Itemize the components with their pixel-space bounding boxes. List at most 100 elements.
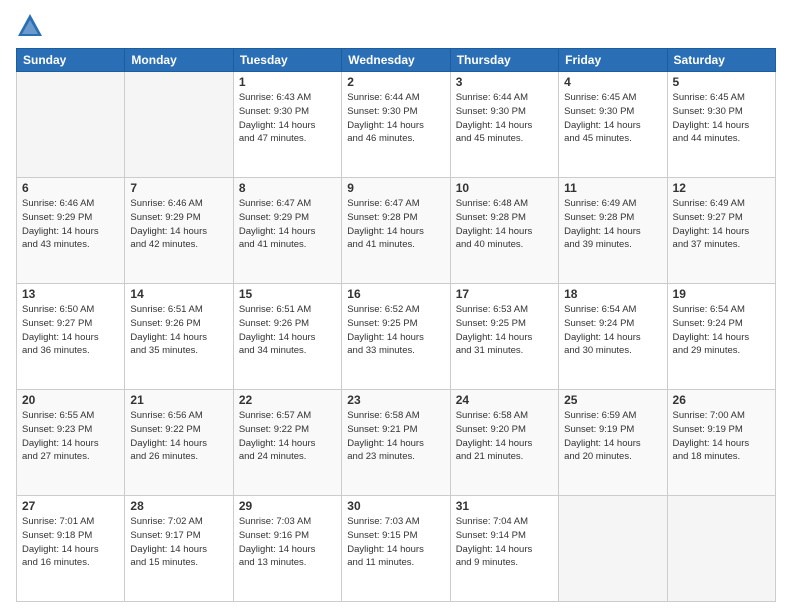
day-number: 14 [130,287,227,301]
day-number: 8 [239,181,336,195]
page: SundayMondayTuesdayWednesdayThursdayFrid… [0,0,792,612]
day-info: Sunrise: 7:00 AM Sunset: 9:19 PM Dayligh… [673,409,770,464]
day-number: 7 [130,181,227,195]
calendar-table: SundayMondayTuesdayWednesdayThursdayFrid… [16,48,776,602]
day-number: 31 [456,499,553,513]
calendar-cell: 6 Sunrise: 6:46 AM Sunset: 9:29 PM Daylig… [17,178,125,284]
day-number: 4 [564,75,661,89]
day-number: 24 [456,393,553,407]
weekday-header-saturday: Saturday [667,49,775,72]
calendar-cell: 1Sunrise: 6:43 AM Sunset: 9:30 PM Daylig… [233,72,341,178]
day-info: Sunrise: 6:43 AM Sunset: 9:30 PM Dayligh… [239,91,336,146]
calendar-cell: 7 Sunrise: 6:46 AM Sunset: 9:29 PM Daylig… [125,178,233,284]
day-info: Sunrise: 6:51 AM Sunset: 9:26 PM Dayligh… [130,303,227,358]
day-info: Sunrise: 7:03 AM Sunset: 9:15 PM Dayligh… [347,515,444,570]
day-info: Sunrise: 6:53 AM Sunset: 9:25 PM Dayligh… [456,303,553,358]
calendar-cell: 20Sunrise: 6:55 AM Sunset: 9:23 PM Dayli… [17,390,125,496]
calendar-cell: 11 Sunrise: 6:49 AM Sunset: 9:28 PM Dayli… [559,178,667,284]
day-number: 25 [564,393,661,407]
day-number: 5 [673,75,770,89]
calendar-cell: 8Sunrise: 6:47 AM Sunset: 9:29 PM Daylig… [233,178,341,284]
calendar-cell: 12 Sunrise: 6:49 AM Sunset: 9:27 PM Dayli… [667,178,775,284]
calendar-cell: 24Sunrise: 6:58 AM Sunset: 9:20 PM Dayli… [450,390,558,496]
day-number: 6 [22,181,119,195]
day-number: 28 [130,499,227,513]
day-number: 19 [673,287,770,301]
calendar-cell: 28 Sunrise: 7:02 AM Sunset: 9:17 PM Dayli… [125,496,233,602]
day-info: Sunrise: 7:03 AM Sunset: 9:16 PM Dayligh… [239,515,336,570]
day-info: Sunrise: 6:49 AM Sunset: 9:27 PM Dayligh… [673,197,770,252]
logo-icon [16,12,44,40]
day-info: Sunrise: 6:47 AM Sunset: 9:28 PM Dayligh… [347,197,444,252]
day-info: Sunrise: 6:45 AM Sunset: 9:30 PM Dayligh… [673,91,770,146]
day-info: Sunrise: 7:01 AM Sunset: 9:18 PM Dayligh… [22,515,119,570]
logo [16,12,48,40]
calendar-cell: 25 Sunrise: 6:59 AM Sunset: 9:19 PM Dayli… [559,390,667,496]
calendar-week-row: 13Sunrise: 6:50 AM Sunset: 9:27 PM Dayli… [17,284,776,390]
day-number: 3 [456,75,553,89]
day-info: Sunrise: 6:58 AM Sunset: 9:21 PM Dayligh… [347,409,444,464]
weekday-header-tuesday: Tuesday [233,49,341,72]
calendar-cell [559,496,667,602]
day-info: Sunrise: 6:49 AM Sunset: 9:28 PM Dayligh… [564,197,661,252]
day-number: 30 [347,499,444,513]
calendar-cell: 13Sunrise: 6:50 AM Sunset: 9:27 PM Dayli… [17,284,125,390]
calendar-cell: 29 Sunrise: 7:03 AM Sunset: 9:16 PM Dayli… [233,496,341,602]
day-number: 29 [239,499,336,513]
calendar-week-row: 6 Sunrise: 6:46 AM Sunset: 9:29 PM Daylig… [17,178,776,284]
calendar-cell: 5 Sunrise: 6:45 AM Sunset: 9:30 PM Daylig… [667,72,775,178]
weekday-header-sunday: Sunday [17,49,125,72]
day-info: Sunrise: 6:57 AM Sunset: 9:22 PM Dayligh… [239,409,336,464]
calendar-week-row: 1Sunrise: 6:43 AM Sunset: 9:30 PM Daylig… [17,72,776,178]
calendar-cell: 16 Sunrise: 6:52 AM Sunset: 9:25 PM Dayli… [342,284,450,390]
day-number: 13 [22,287,119,301]
day-number: 11 [564,181,661,195]
calendar-cell: 9 Sunrise: 6:47 AM Sunset: 9:28 PM Daylig… [342,178,450,284]
day-number: 21 [130,393,227,407]
day-number: 2 [347,75,444,89]
day-number: 12 [673,181,770,195]
day-info: Sunrise: 7:02 AM Sunset: 9:17 PM Dayligh… [130,515,227,570]
weekday-header-wednesday: Wednesday [342,49,450,72]
day-info: Sunrise: 6:44 AM Sunset: 9:30 PM Dayligh… [456,91,553,146]
day-info: Sunrise: 6:56 AM Sunset: 9:22 PM Dayligh… [130,409,227,464]
day-info: Sunrise: 6:45 AM Sunset: 9:30 PM Dayligh… [564,91,661,146]
calendar-cell: 2 Sunrise: 6:44 AM Sunset: 9:30 PM Daylig… [342,72,450,178]
calendar-cell: 10 Sunrise: 6:48 AM Sunset: 9:28 PM Dayli… [450,178,558,284]
day-number: 10 [456,181,553,195]
calendar-cell: 31Sunrise: 7:04 AM Sunset: 9:14 PM Dayli… [450,496,558,602]
calendar-week-row: 27 Sunrise: 7:01 AM Sunset: 9:18 PM Dayli… [17,496,776,602]
day-number: 18 [564,287,661,301]
calendar-cell: 27 Sunrise: 7:01 AM Sunset: 9:18 PM Dayli… [17,496,125,602]
day-info: Sunrise: 6:54 AM Sunset: 9:24 PM Dayligh… [673,303,770,358]
calendar-cell: 17 Sunrise: 6:53 AM Sunset: 9:25 PM Dayli… [450,284,558,390]
calendar-cell: 26 Sunrise: 7:00 AM Sunset: 9:19 PM Dayli… [667,390,775,496]
calendar-cell: 30 Sunrise: 7:03 AM Sunset: 9:15 PM Dayli… [342,496,450,602]
calendar-cell: 19 Sunrise: 6:54 AM Sunset: 9:24 PM Dayli… [667,284,775,390]
calendar-cell: 4 Sunrise: 6:45 AM Sunset: 9:30 PM Daylig… [559,72,667,178]
weekday-header-friday: Friday [559,49,667,72]
day-number: 9 [347,181,444,195]
day-info: Sunrise: 6:54 AM Sunset: 9:24 PM Dayligh… [564,303,661,358]
day-info: Sunrise: 6:46 AM Sunset: 9:29 PM Dayligh… [22,197,119,252]
calendar-week-row: 20Sunrise: 6:55 AM Sunset: 9:23 PM Dayli… [17,390,776,496]
calendar-cell: 18 Sunrise: 6:54 AM Sunset: 9:24 PM Dayli… [559,284,667,390]
day-info: Sunrise: 6:55 AM Sunset: 9:23 PM Dayligh… [22,409,119,464]
calendar-cell: 3 Sunrise: 6:44 AM Sunset: 9:30 PM Daylig… [450,72,558,178]
calendar-cell: 23 Sunrise: 6:58 AM Sunset: 9:21 PM Dayli… [342,390,450,496]
day-number: 27 [22,499,119,513]
day-number: 17 [456,287,553,301]
day-info: Sunrise: 6:46 AM Sunset: 9:29 PM Dayligh… [130,197,227,252]
day-info: Sunrise: 6:52 AM Sunset: 9:25 PM Dayligh… [347,303,444,358]
calendar-cell [17,72,125,178]
day-number: 16 [347,287,444,301]
day-number: 23 [347,393,444,407]
day-number: 26 [673,393,770,407]
day-info: Sunrise: 6:59 AM Sunset: 9:19 PM Dayligh… [564,409,661,464]
day-info: Sunrise: 6:44 AM Sunset: 9:30 PM Dayligh… [347,91,444,146]
day-info: Sunrise: 6:48 AM Sunset: 9:28 PM Dayligh… [456,197,553,252]
day-number: 15 [239,287,336,301]
weekday-header-monday: Monday [125,49,233,72]
calendar-cell: 22Sunrise: 6:57 AM Sunset: 9:22 PM Dayli… [233,390,341,496]
calendar-cell: 15Sunrise: 6:51 AM Sunset: 9:26 PM Dayli… [233,284,341,390]
